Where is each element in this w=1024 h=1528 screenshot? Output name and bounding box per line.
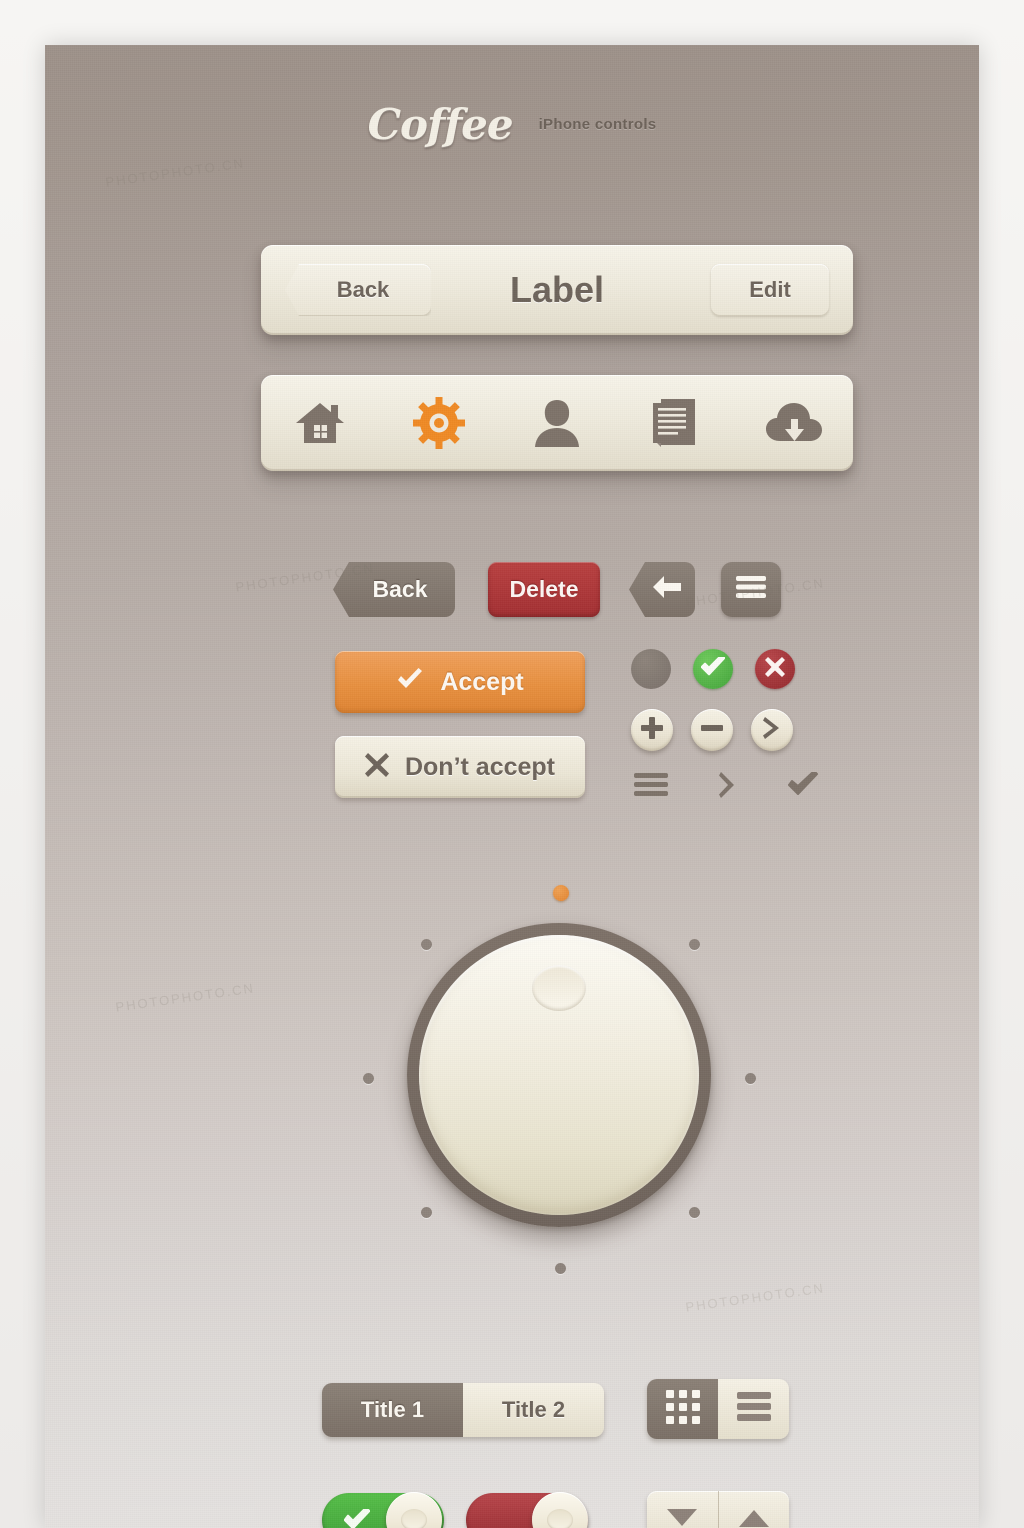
- chevron-right-icon: [719, 771, 735, 803]
- nav-edit-button[interactable]: Edit: [711, 264, 829, 316]
- document-icon: [651, 397, 699, 449]
- grid-view-button[interactable]: [647, 1379, 718, 1439]
- segment-title-2[interactable]: Title 2: [463, 1383, 604, 1437]
- triangle-up-icon: [738, 1509, 769, 1528]
- check-icon: [396, 667, 424, 697]
- stepper-down-button[interactable]: [647, 1491, 718, 1528]
- knob-position-dot[interactable]: [689, 1207, 700, 1218]
- person-icon: [533, 398, 581, 448]
- home-icon: [294, 399, 346, 447]
- watermark: PHOTOPHOTO.CN: [114, 980, 256, 1015]
- knob-position-dot[interactable]: [745, 1073, 756, 1084]
- rotary-knob[interactable]: [337, 881, 781, 1311]
- plus-icon: [641, 716, 663, 744]
- page-header: Coffee iPhone controls: [45, 100, 979, 149]
- chevron-glyph[interactable]: [707, 769, 747, 805]
- check-icon: [344, 1509, 370, 1528]
- grid-icon: [665, 1389, 700, 1429]
- list-glyph[interactable]: [631, 769, 671, 805]
- back-button-label: Back: [372, 576, 428, 602]
- cross-icon: [765, 656, 785, 682]
- knob-position-dot[interactable]: [689, 939, 700, 950]
- stepper-control: [647, 1491, 789, 1528]
- nav-back-label: Back: [336, 277, 390, 302]
- segmented-control: Title 1 Title 2: [322, 1383, 604, 1437]
- ui-kit-canvas: Coffee iPhone controls Label Back Edit B…: [45, 45, 979, 1528]
- tab-profile[interactable]: [498, 375, 616, 471]
- list-view-button[interactable]: [718, 1379, 789, 1439]
- brand-tagline: iPhone controls: [538, 116, 657, 133]
- arrow-left-icon: [652, 574, 682, 605]
- segment-title-1[interactable]: Title 1: [322, 1383, 463, 1437]
- knob-position-dot[interactable]: [555, 1263, 566, 1274]
- knob-ring: [407, 923, 711, 1227]
- hamburger-icon: [736, 575, 766, 604]
- tab-home[interactable]: [261, 375, 379, 471]
- knob-face[interactable]: [419, 935, 699, 1215]
- tab-downloads[interactable]: [735, 375, 853, 471]
- check-icon: [788, 769, 818, 803]
- forward-button[interactable]: [751, 709, 793, 751]
- check-icon: [700, 654, 726, 682]
- accept-button-label: Accept: [440, 667, 524, 696]
- check-glyph[interactable]: [783, 769, 823, 805]
- plus-button[interactable]: [631, 709, 673, 751]
- cloud-download-icon: [765, 401, 822, 445]
- watermark: PHOTOPHOTO.CN: [104, 155, 246, 190]
- badge-error[interactable]: [755, 649, 795, 689]
- plain-glyph-row: [631, 769, 823, 805]
- navigation-bar: Label Back Edit: [261, 245, 853, 335]
- deny-button-label: Don’t accept: [404, 752, 556, 781]
- deny-button[interactable]: Don’t accept: [335, 736, 585, 798]
- round-button-row: [631, 709, 793, 751]
- view-toggle: [647, 1379, 789, 1439]
- badge-success[interactable]: [693, 649, 733, 689]
- knob-indicator-dimple: [532, 965, 586, 1011]
- nav-edit-label: Edit: [749, 277, 791, 302]
- list-icon: [736, 1391, 771, 1427]
- hamburger-icon: [634, 772, 668, 803]
- knob-position-dot[interactable]: [421, 939, 432, 950]
- nav-back-button[interactable]: Back: [285, 264, 431, 316]
- brand-logo: Coffee: [367, 100, 514, 149]
- tab-documents[interactable]: [616, 375, 734, 471]
- toggle-off[interactable]: [466, 1492, 588, 1528]
- tab-bar: [261, 375, 853, 471]
- status-badge-row: [631, 649, 795, 689]
- delete-button[interactable]: Delete: [488, 562, 600, 617]
- toggle-handle[interactable]: [386, 1492, 442, 1528]
- stepper-up-button[interactable]: [717, 1491, 790, 1528]
- badge-neutral[interactable]: [631, 649, 671, 689]
- chevron-right-icon: [763, 716, 781, 744]
- toggle-on[interactable]: [322, 1492, 444, 1528]
- menu-button[interactable]: [721, 562, 781, 617]
- tab-settings[interactable]: [379, 375, 497, 471]
- minus-icon: [701, 717, 723, 744]
- back-button[interactable]: Back: [333, 562, 455, 617]
- triangle-down-icon: [667, 1508, 698, 1528]
- knob-position-dot-active[interactable]: [553, 885, 569, 901]
- cross-icon: [364, 752, 389, 782]
- screenshot-root: Coffee iPhone controls Label Back Edit B…: [0, 0, 1024, 1528]
- gear-icon: [412, 397, 465, 449]
- knob-position-dot[interactable]: [363, 1073, 374, 1084]
- minus-button[interactable]: [691, 709, 733, 751]
- delete-button-label: Delete: [509, 576, 579, 602]
- accept-button[interactable]: Accept: [335, 651, 585, 713]
- back-arrow-button[interactable]: [629, 562, 695, 617]
- knob-position-dot[interactable]: [421, 1207, 432, 1218]
- toggle-handle[interactable]: [532, 1492, 588, 1528]
